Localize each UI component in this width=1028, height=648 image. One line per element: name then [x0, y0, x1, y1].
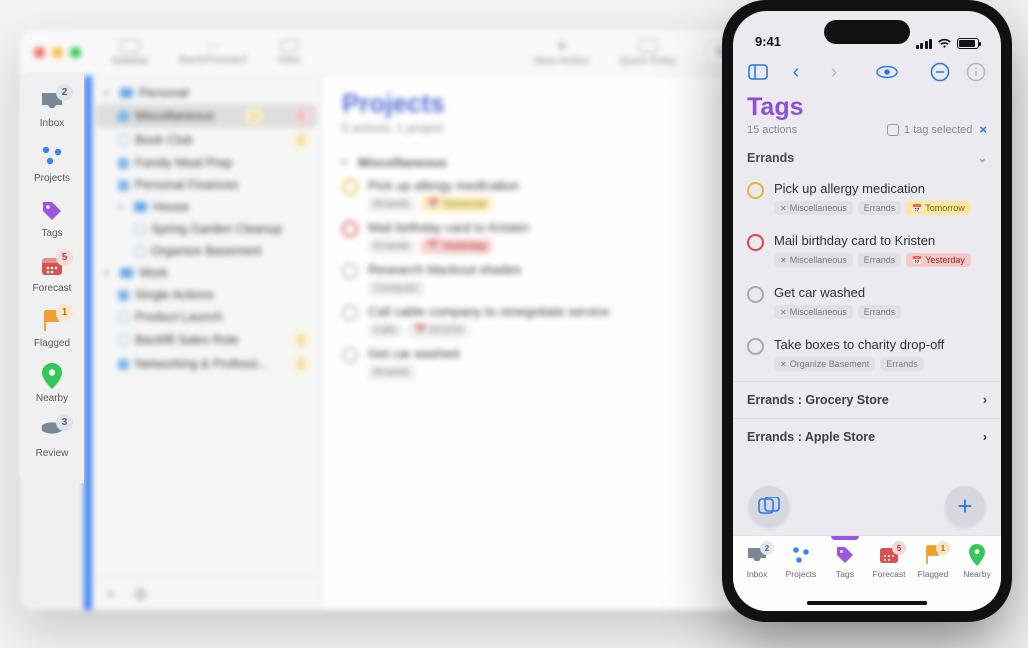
iphone-toolbar: ‹ › [733, 53, 1001, 91]
inbox-icon: 2 [37, 88, 67, 114]
tab-inbox[interactable]: 2Inbox [736, 544, 778, 579]
task-row[interactable]: Get car washed✕MiscellaneousErrands [733, 277, 1001, 329]
iphone-tabbar[interactable]: 2InboxProjectsTags5Forecast1FlaggedNearb… [733, 535, 1001, 611]
page-title: Tags [747, 93, 987, 122]
status-circle[interactable] [747, 286, 764, 303]
sidebar-icon[interactable] [747, 61, 769, 83]
task-row[interactable]: Take boxes to charity drop-off✕Organize … [733, 329, 1001, 381]
chevron-right-icon: › [983, 393, 987, 407]
status-circle[interactable] [747, 234, 764, 251]
subgroup-apple[interactable]: Errands : Apple Store› [733, 418, 1001, 455]
perspective-inbox[interactable]: 2Inbox [24, 82, 80, 133]
close-icon[interactable]: × [979, 122, 987, 137]
perspective-forecast[interactable]: 5Forecast [24, 247, 80, 298]
group-header-errands[interactable]: Errands⌄ [733, 143, 1001, 173]
subgroup-grocery[interactable]: Errands : Grocery Store› [733, 381, 1001, 418]
task-row[interactable]: Mail birthday card to Kristen✕Miscellane… [733, 225, 1001, 277]
nearby-icon [37, 363, 67, 389]
forecast-icon: 5 [37, 253, 67, 279]
perspective-nearby[interactable]: Nearby [24, 357, 80, 408]
signal-icon [916, 39, 933, 49]
outline-sidebar[interactable]: ▾Personal Miscellaneous11 Book Club1 Fam… [92, 76, 322, 610]
perspective-projects[interactable]: Projects [24, 137, 80, 188]
traffic-lights[interactable] [34, 47, 81, 58]
projects-icon [789, 544, 813, 566]
review-icon: 3 [37, 418, 67, 444]
perspective-tags[interactable]: Tags [24, 192, 80, 243]
tab-flagged[interactable]: 1Flagged [912, 544, 954, 579]
flagged-icon: 1 [37, 308, 67, 334]
perspective-review[interactable]: 3Review [24, 412, 80, 463]
chevron-down-icon: ⌄ [978, 152, 987, 165]
tag-selection[interactable]: 1 tag selected × [887, 122, 987, 137]
perspective-flagged[interactable]: 1Flagged [24, 302, 80, 353]
flagged-icon: 1 [921, 544, 945, 566]
projects-icon [37, 143, 67, 169]
new-action-button[interactable]: + [945, 486, 985, 526]
tab-nearby[interactable]: Nearby [956, 544, 998, 579]
floating-buttons: + [733, 483, 1001, 529]
iphone-frame: 9:41 ‹ › [722, 0, 1012, 622]
inbox-icon: 2 [745, 544, 769, 566]
wifi-icon [937, 38, 952, 49]
tags-icon [37, 198, 67, 224]
forecast-icon: 5 [877, 544, 901, 566]
tab-tags[interactable]: Tags [824, 544, 866, 579]
battery-icon [957, 38, 979, 49]
nearby-icon [965, 544, 989, 566]
forward-icon: › [823, 61, 845, 83]
quick-open-button[interactable] [749, 486, 789, 526]
tags-icon [833, 544, 857, 566]
checkbox-icon [887, 124, 899, 136]
action-count: 15 actions [747, 124, 797, 136]
info-icon[interactable] [965, 61, 987, 83]
dynamic-island [824, 20, 910, 44]
cleanup-icon[interactable] [929, 61, 951, 83]
status-time: 9:41 [755, 34, 781, 49]
chevron-right-icon: › [983, 430, 987, 444]
tab-forecast[interactable]: 5Forecast [868, 544, 910, 579]
status-circle[interactable] [747, 338, 764, 355]
tab-projects[interactable]: Projects [780, 544, 822, 579]
perspectives-sidebar[interactable]: 2InboxProjectsTags5Forecast1FlaggedNearb… [20, 72, 84, 483]
view-icon[interactable] [876, 61, 898, 83]
status-circle[interactable] [747, 182, 764, 199]
back-icon[interactable]: ‹ [785, 61, 807, 83]
iphone-header: Tags 15 actions 1 tag selected × [733, 91, 1001, 143]
task-row[interactable]: Pick up allergy medication✕Miscellaneous… [733, 173, 1001, 225]
